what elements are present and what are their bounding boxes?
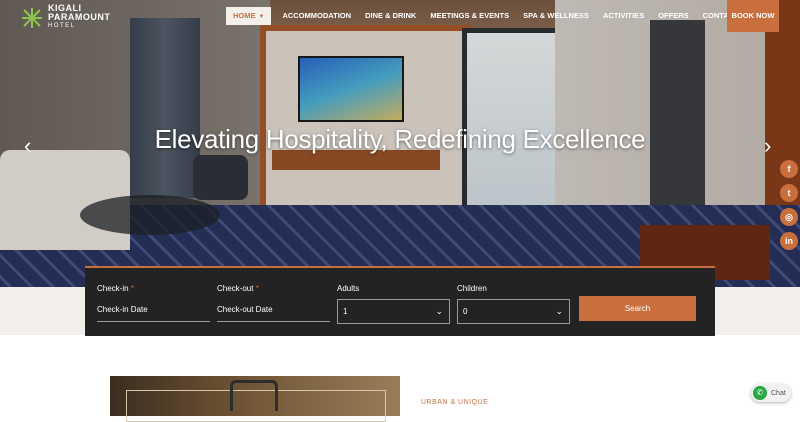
checkout-date-input[interactable]: Check-out Date (217, 299, 330, 322)
hotel-logo[interactable]: KIGALI PARAMOUNT HOTEL (20, 4, 110, 31)
nav-item-dine-drink[interactable]: DINE & DRINK (358, 7, 423, 25)
facebook-icon[interactable]: f (780, 160, 798, 178)
children-label: Children (457, 284, 487, 293)
instagram-icon[interactable]: ◎ (780, 208, 798, 226)
nav-item-home[interactable]: HOME ▼ (226, 7, 272, 25)
nav-label-home: HOME (233, 11, 256, 20)
nav-item-activities[interactable]: ACTIVITIES (596, 7, 651, 25)
section-tagline: URBAN & UNIQUE (421, 399, 489, 406)
checkin-field: Check-in * Check-in Date (97, 284, 210, 322)
adults-field: Adults 1 ⌄ (337, 284, 450, 324)
twitter-icon[interactable]: t (780, 184, 798, 202)
nav-item-accommodation[interactable]: ACCOMMODATION (275, 7, 358, 25)
book-now-button[interactable]: BOOK NOW (727, 0, 779, 32)
promo-logo-icon (230, 380, 278, 411)
nav-item-spa-wellness[interactable]: SPA & WELLNESS (516, 7, 596, 25)
hero-headline: Elevating Hospitality, Redefining Excell… (154, 124, 646, 154)
checkout-label: Check-out * (217, 284, 330, 293)
adults-select[interactable]: 1 ⌄ (337, 299, 450, 324)
checkout-label-text: Check-out (217, 284, 254, 293)
checkout-field: Check-out * Check-out Date (217, 284, 330, 322)
hero-banner: KIGALI PARAMOUNT HOTEL HOME ▼ ACCOMMODATI… (0, 0, 800, 287)
children-field: Children 0 ⌄ (457, 284, 570, 324)
checkin-label-text: Check-in (97, 284, 129, 293)
chat-label: Chat (771, 389, 786, 397)
booking-form: Check-in * Check-in Date Check-out * Che… (85, 266, 715, 336)
nav-item-offers[interactable]: OFFERS (651, 7, 695, 25)
chat-button[interactable]: ✆ Chat (751, 384, 791, 402)
chevron-down-icon: ⌄ (435, 306, 443, 316)
logo-line-2: PARAMOUNT (48, 12, 111, 22)
children-value: 0 (463, 307, 468, 316)
checkin-date-input[interactable]: Check-in Date (97, 299, 210, 322)
required-mark: * (130, 284, 134, 293)
search-button[interactable]: Search (579, 296, 696, 321)
chevron-down-icon: ⌄ (555, 306, 563, 316)
adults-label: Adults (337, 284, 360, 293)
linkedin-icon[interactable]: in (780, 232, 798, 250)
checkin-label: Check-in * (97, 284, 210, 293)
promo-image (110, 376, 400, 422)
logo-mark-icon (22, 7, 42, 28)
whatsapp-icon: ✆ (753, 386, 767, 400)
logo-line-3: HOTEL (48, 23, 76, 29)
chevron-down-icon: ▼ (258, 14, 265, 20)
main-nav: HOME ▼ ACCOMMODATION DINE & DRINK MEETING… (226, 7, 766, 25)
adults-value: 1 (343, 307, 348, 316)
nav-item-meetings-events[interactable]: MEETINGS & EVENTS (423, 7, 516, 25)
children-select[interactable]: 0 ⌄ (457, 299, 570, 324)
logo-text: KIGALI PARAMOUNT HOTEL (48, 4, 110, 31)
required-mark: * (255, 284, 259, 293)
